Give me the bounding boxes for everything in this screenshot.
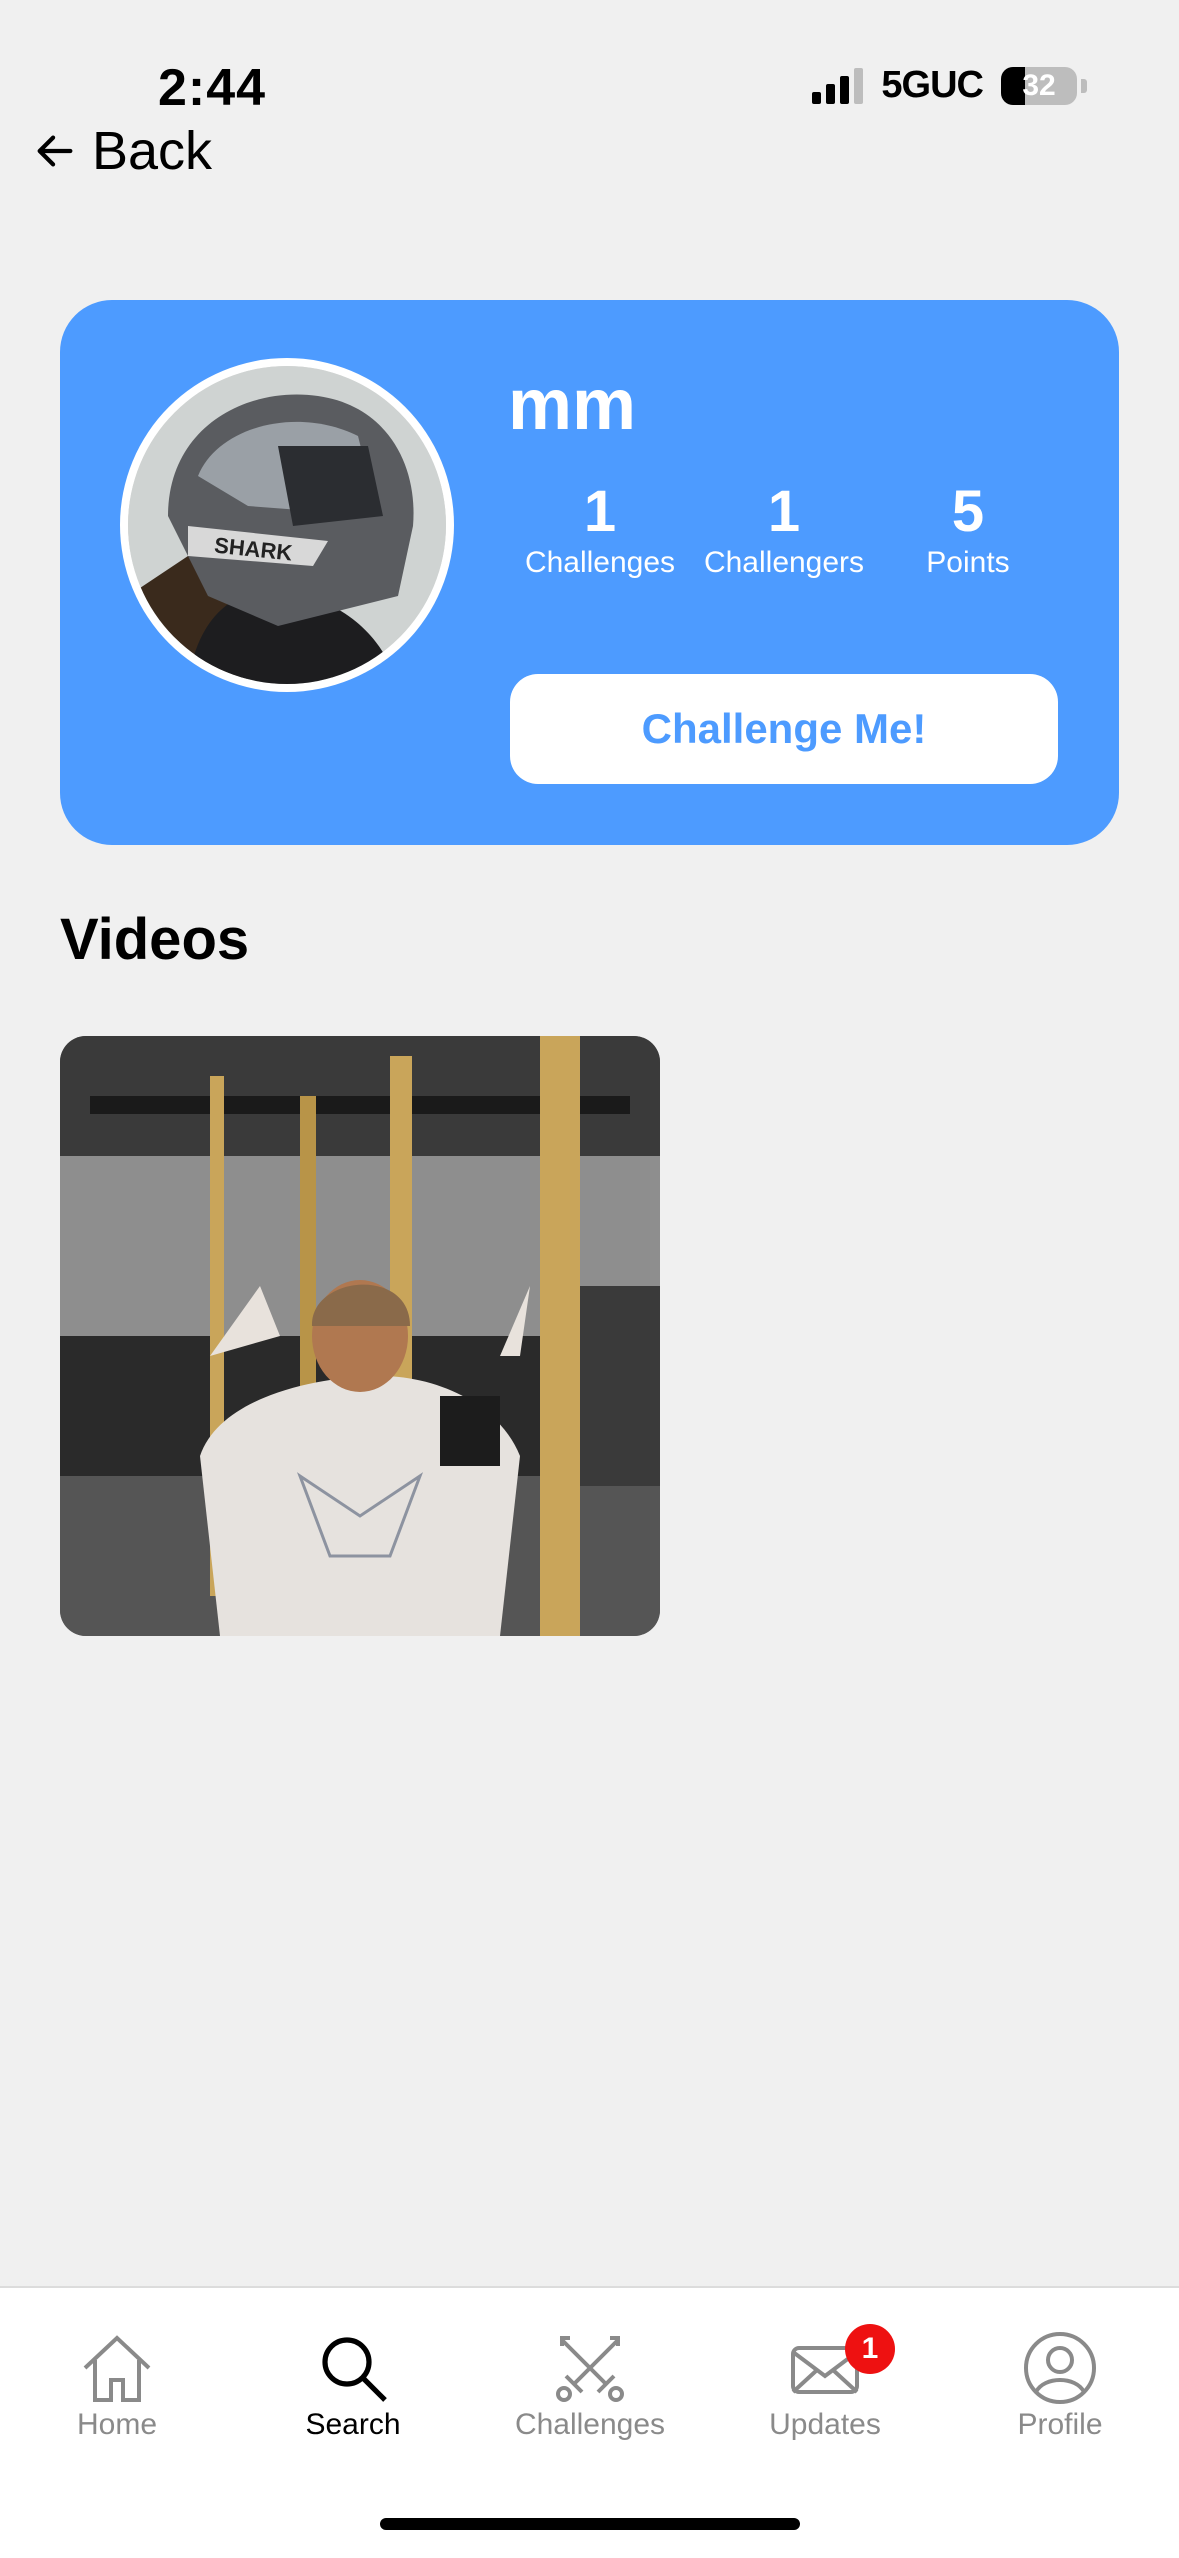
stat-label: Points — [926, 546, 1010, 579]
videos-title: Videos — [60, 907, 250, 972]
tab-label: Search — [305, 2408, 401, 2441]
arrow-left-icon — [37, 135, 73, 167]
battery-tip — [1081, 78, 1087, 93]
avatar[interactable]: SHARK — [120, 358, 454, 692]
back-button[interactable]: Back — [32, 120, 212, 182]
tab-updates[interactable]: 1 Updates — [725, 2324, 925, 2442]
battery-percent: 32 — [1022, 68, 1056, 102]
cellular-signal-icon — [812, 67, 864, 104]
profile-stats: 1 Challenges 1 Challengers 5 Points — [508, 480, 1060, 582]
tab-label: Home — [76, 2408, 158, 2441]
crossed-swords-icon — [556, 2336, 624, 2402]
tab-challenges[interactable]: Challenges — [490, 2328, 690, 2442]
username: mm — [508, 365, 637, 445]
stat-label: Challenges — [524, 546, 676, 579]
tab-label: Updates — [769, 2408, 881, 2441]
stat-challengers: 1 Challengers — [692, 480, 876, 582]
stat-challenges: 1 Challenges — [508, 480, 692, 582]
home-indicator — [380, 2518, 800, 2530]
battery-icon: 32 — [1001, 66, 1077, 105]
status-time: 2:44 — [158, 59, 267, 117]
challenge-me-button[interactable]: Challenge Me! — [510, 674, 1058, 784]
notification-badge: 1 — [845, 2324, 895, 2374]
person-icon — [1024, 2332, 1096, 2404]
stat-value: 1 — [583, 479, 617, 544]
tab-profile[interactable]: Profile — [960, 2328, 1160, 2442]
tab-label: Profile — [1017, 2408, 1103, 2441]
status-icons: 5GUC 32 — [812, 64, 1087, 107]
tab-label: Challenges — [514, 2408, 666, 2441]
stat-points: 5 Points — [876, 480, 1060, 582]
avatar-image: SHARK — [128, 366, 446, 684]
stat-label: Challengers — [703, 546, 865, 579]
video-thumbnail[interactable] — [60, 1036, 660, 1636]
search-icon — [322, 2337, 387, 2402]
stat-value: 5 — [951, 479, 985, 544]
profile-card: SHARK mm 1 Challenges 1 Challengers 5 Po… — [60, 300, 1119, 845]
video-thumbnail-image — [60, 1036, 660, 1636]
tab-home[interactable]: Home — [17, 2328, 217, 2442]
stat-value: 1 — [767, 479, 801, 544]
home-icon — [83, 2335, 151, 2402]
back-label: Back — [92, 121, 213, 181]
tab-search[interactable]: Search — [253, 2328, 453, 2442]
network-type: 5GUC — [881, 64, 984, 106]
